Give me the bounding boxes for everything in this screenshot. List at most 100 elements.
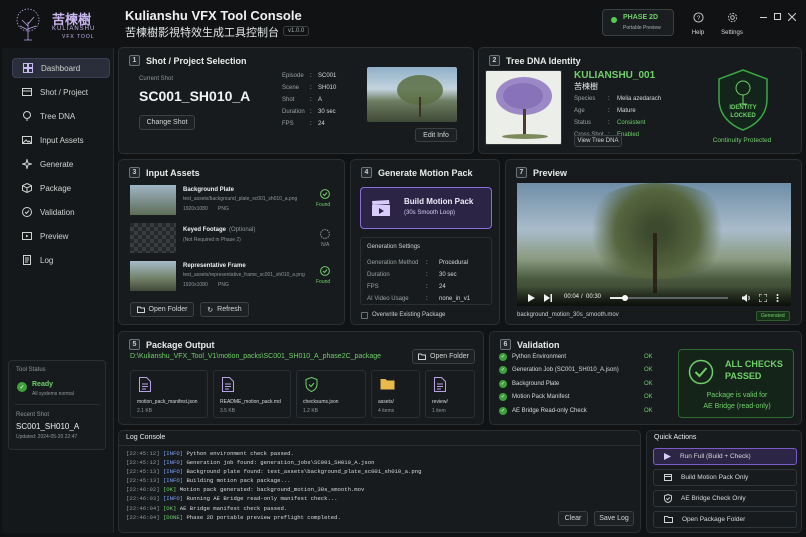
recent-updated: Updated: 2024-05-20 22:47 (16, 434, 78, 440)
quick-run-full[interactable]: Run Full (Build + Check) (653, 448, 797, 465)
refresh-button[interactable]: ↻ Refresh (200, 302, 249, 317)
badge-line2: LOCKED (730, 113, 756, 119)
validation-row: ✓ Python Environment OK (499, 352, 654, 363)
preview-filename: background_motion_30s_smooth.mov (517, 312, 619, 318)
asset-thumb (130, 261, 176, 291)
log-panel: Log Console [22:45:12] [INFO] Python env… (118, 430, 641, 533)
sidebar-item-log[interactable]: Log (12, 250, 110, 270)
field-key: AI Video Usage (367, 296, 409, 302)
play-icon[interactable] (528, 294, 535, 302)
valid-line1: Package is valid for (706, 392, 768, 399)
field-value: A (318, 97, 323, 103)
view-tree-dna-button[interactable]: View Tree DNA (574, 135, 622, 147)
log-line: [22:45:13] [INFO] Background plate found… (126, 468, 422, 476)
validation-status: OK (644, 381, 653, 387)
save-log-button[interactable]: Save Log (594, 511, 634, 526)
field-value: SC001 (318, 73, 337, 79)
folder-icon (380, 379, 395, 390)
more-icon[interactable] (776, 294, 779, 302)
sidebar-label: Shot / Project (40, 87, 89, 97)
section-number: 7 (516, 167, 527, 178)
overwrite-checkbox[interactable] (361, 312, 368, 319)
sidebar-item-preview[interactable]: Preview (12, 226, 110, 246)
shield-tree-icon (718, 69, 768, 131)
log-line: [22:46:03] [INFO] Running AE Bridge read… (126, 495, 338, 503)
field-value: Enabled (617, 132, 640, 138)
asset-file: (Not Required in Phase 2) (183, 237, 241, 243)
log-line: [22:46:04] [OK] AE Bridge manifest check… (126, 504, 288, 512)
app-subtitle: 苦楝樹影視特效生成工具控制台 (125, 27, 279, 39)
file-card[interactable]: assets/4 items (371, 370, 420, 418)
sidebar-item-generate[interactable]: Generate (12, 154, 110, 174)
sidebar-item-shot-project[interactable]: Shot / Project (12, 82, 110, 102)
field-value: SH010 (318, 85, 337, 91)
field-key: Species (574, 96, 596, 102)
generation-settings: Generation Settings Generation Method: Pr… (360, 237, 492, 305)
sidebar: Dashboard Shot / Project Tree DNA Input … (2, 48, 114, 533)
minimize-icon[interactable] (760, 17, 767, 18)
document-icon (222, 377, 234, 392)
file-card[interactable]: review/1 item (425, 370, 475, 418)
field-value: 30 sec (318, 109, 336, 115)
sidebar-label: Validation (40, 207, 75, 217)
field-key: Shot (282, 97, 295, 103)
sidebar-item-input-assets[interactable]: Input Assets (12, 130, 110, 150)
field-key: Duration (282, 109, 305, 115)
quick-open-package[interactable]: Open Package Folder (653, 511, 797, 528)
phase-badge: PHASE 2D Portable Preview (602, 9, 674, 36)
validation-panel-title: Validation (517, 339, 560, 350)
quick-build-only[interactable]: Build Motion Pack Only (653, 469, 797, 486)
validation-row: ✓ Background Plate OK (499, 379, 654, 390)
field-value: Melia azedarach (617, 96, 662, 102)
asset-thumb (130, 223, 176, 253)
change-shot-button[interactable]: Change Shot (139, 115, 195, 130)
logo-en1: KULIANSHU (52, 26, 96, 32)
tree-dna-panel: 2 Tree DNA Identity KULIANSHU_001 苦楝樹 Spe… (478, 47, 802, 154)
sidebar-item-dashboard[interactable]: Dashboard (12, 58, 110, 78)
asset-meta1: 1920x1080 (183, 206, 208, 212)
tree-image (485, 70, 562, 145)
file-card[interactable]: README_motion_pack.md 3.5 KB (213, 370, 291, 418)
validation-label: Background Plate (512, 381, 560, 387)
recent-title: Recent Shot (16, 412, 50, 418)
valid-line2: AE Bridge (read-only) (703, 403, 771, 410)
tool-status-title: Tool Status (16, 367, 46, 373)
asset-thumb (130, 185, 176, 215)
all-checks-line2: PASSED (725, 371, 762, 381)
settings-button[interactable]: Settings (717, 10, 747, 36)
maximize-icon[interactable] (774, 13, 781, 20)
sparkle-icon (22, 159, 32, 169)
file-card[interactable]: motion_pack_manifest.json 2.1 KB (130, 370, 208, 418)
sidebar-item-validation[interactable]: Validation (12, 202, 110, 222)
shot-fields: Episode: SC001 Scene: SH010 Shot: A Duratio… (282, 70, 336, 130)
box-icon (22, 183, 32, 193)
section-number: 4 (361, 167, 372, 178)
next-frame-icon[interactable] (544, 294, 552, 302)
file-size: 3.5 KB (220, 408, 236, 414)
file-card[interactable]: checksums.json 1.2 KB (296, 370, 366, 418)
validation-row: ✓ Generation Job (SC001_SH010_A.json) OK (499, 365, 654, 376)
field-value: Mature (617, 108, 636, 114)
fullscreen-icon[interactable] (759, 294, 767, 302)
asset-file: test_assets/background_plate_sc001_sh010… (183, 196, 298, 202)
close-icon[interactable] (788, 13, 796, 21)
build-motion-pack-button[interactable]: Build Motion Pack (30s Smooth Loop) (360, 187, 492, 229)
package-open-folder-button[interactable]: Open Folder (412, 349, 475, 364)
app-title: Kulianshu VFX Tool Console (125, 8, 302, 23)
asset-status: Found (316, 202, 331, 208)
help-button[interactable]: ? Help (686, 10, 710, 36)
sidebar-item-tree-dna[interactable]: Tree DNA (12, 106, 110, 126)
video-frame[interactable] (517, 183, 791, 306)
field-key: FPS (282, 121, 294, 127)
sidebar-item-package[interactable]: Package (12, 178, 110, 198)
open-folder-button[interactable]: Open Folder (130, 302, 194, 317)
generate-panel: 4 Generate Motion Pack Build Motion Pack … (350, 159, 500, 325)
field-row: Duration:30 sec (282, 106, 336, 118)
button-label: Open Folder (430, 353, 469, 360)
clear-log-button[interactable]: Clear (558, 511, 588, 526)
validation-label: Python Environment (512, 354, 567, 360)
edit-info-button[interactable]: Edit Info (415, 128, 457, 142)
quick-ae-check[interactable]: AE Bridge Check Only (653, 490, 797, 507)
asset-name: Background Plate (183, 187, 235, 193)
volume-icon[interactable] (742, 294, 751, 302)
